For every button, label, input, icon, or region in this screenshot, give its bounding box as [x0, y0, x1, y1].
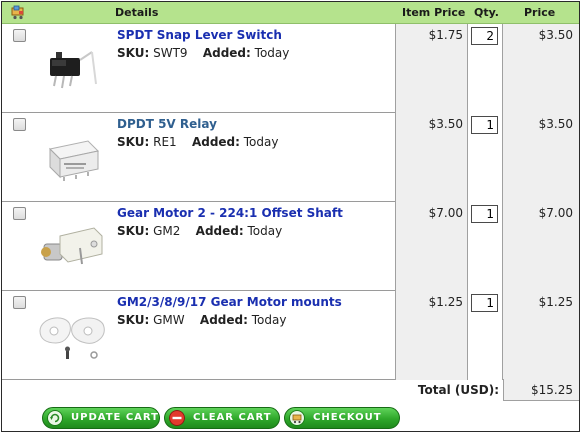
- added-label: Added:: [199, 313, 248, 327]
- details-header: Details: [115, 6, 159, 19]
- product-name-link[interactable]: DPDT 5V Relay: [117, 117, 217, 131]
- product-name-link[interactable]: GM2/3/8/9/17 Gear Motor mounts: [117, 295, 342, 309]
- minus-circle-icon: [169, 410, 185, 426]
- item-price-cell: $1.25: [395, 291, 468, 380]
- item-price: $1.75: [428, 28, 463, 42]
- item-price-cell: $1.75: [395, 24, 468, 113]
- item-price-cell: $3.50: [395, 113, 468, 202]
- product-meta: SKU: GM2 Added: Today: [117, 224, 282, 238]
- cart-header-row: Details Item Price Qty. Price: [2, 2, 579, 24]
- product-name-link[interactable]: SPDT Snap Lever Switch: [117, 28, 282, 42]
- qty-cell: [468, 202, 503, 291]
- sku-label: SKU:: [117, 46, 150, 60]
- shopping-cart-icon: [11, 5, 24, 20]
- item-price-header: Item Price: [402, 6, 466, 19]
- line-total: $3.50: [538, 117, 573, 131]
- product-image-relay: [48, 140, 100, 181]
- sku-label: SKU:: [117, 313, 150, 327]
- qty-input[interactable]: [471, 294, 498, 312]
- clear-cart-label: CLEAR CART: [193, 412, 272, 423]
- checkout-button[interactable]: CHECKOUT: [284, 407, 400, 429]
- update-cart-label: UPDATE CART: [71, 412, 159, 423]
- item-price: $1.25: [428, 295, 463, 309]
- item-price: $3.50: [428, 117, 463, 131]
- line-total: $3.50: [538, 28, 573, 42]
- item-price-cell: $7.00: [395, 202, 468, 291]
- refresh-icon: [47, 410, 63, 426]
- total-value: $15.25: [531, 383, 573, 397]
- total-row: Total (USD): $15.25: [2, 379, 579, 401]
- line-total-cell: $3.50: [503, 24, 579, 113]
- added-label: Added:: [202, 46, 251, 60]
- line-total-cell: $3.50: [503, 113, 579, 202]
- shopping-cart-table: Details Item Price Qty. Price SPDT Snap …: [1, 1, 580, 432]
- qty-cell: [468, 24, 503, 113]
- qty-cell: [468, 291, 503, 380]
- qty-input[interactable]: [471, 116, 498, 134]
- qty-input[interactable]: [471, 27, 498, 45]
- line-total: $7.00: [538, 206, 573, 220]
- cart-icon: [289, 410, 305, 426]
- cart-row: SPDT Snap Lever Switch SKU: SWT9 Added: …: [2, 24, 579, 113]
- cart-row: DPDT 5V Relay SKU: RE1 Added: Today $3.5…: [2, 113, 579, 202]
- sku-value: RE1: [153, 135, 177, 149]
- sku-value: GM2: [153, 224, 181, 238]
- checkout-label: CHECKOUT: [313, 412, 382, 423]
- qty-header: Qty.: [474, 6, 499, 19]
- added-label: Added:: [195, 224, 244, 238]
- remove-checkbox[interactable]: [13, 29, 26, 42]
- added-value: Today: [254, 46, 290, 60]
- sku-value: GMW: [153, 313, 185, 327]
- sku-value: SWT9: [153, 46, 188, 60]
- added-value: Today: [247, 224, 283, 238]
- product-image-switch: [50, 51, 97, 89]
- added-value: Today: [251, 313, 287, 327]
- product-name-link[interactable]: Gear Motor 2 - 224:1 Offset Shaft: [117, 206, 343, 220]
- sku-label: SKU:: [117, 135, 150, 149]
- item-price: $7.00: [428, 206, 463, 220]
- clear-cart-button[interactable]: CLEAR CART: [164, 407, 280, 429]
- product-meta: SKU: GMW Added: Today: [117, 313, 286, 327]
- remove-checkbox[interactable]: [13, 207, 26, 220]
- product-meta: SKU: RE1 Added: Today: [117, 135, 278, 149]
- qty-input[interactable]: [471, 205, 498, 223]
- line-total: $1.25: [538, 295, 573, 309]
- price-header: Price: [524, 6, 556, 19]
- added-value: Today: [243, 135, 279, 149]
- line-total-cell: $7.00: [503, 202, 579, 291]
- line-total-cell: $1.25: [503, 291, 579, 380]
- cart-row: GM2/3/8/9/17 Gear Motor mounts SKU: GMW …: [2, 291, 579, 380]
- product-meta: SKU: SWT9 Added: Today: [117, 46, 289, 60]
- cart-row: Gear Motor 2 - 224:1 Offset Shaft SKU: G…: [2, 202, 579, 291]
- product-image-gear-motor: [41, 227, 103, 265]
- sku-label: SKU:: [117, 224, 150, 238]
- update-cart-button[interactable]: UPDATE CART: [42, 407, 160, 429]
- product-image-motor-mounts: [39, 317, 105, 359]
- total-cell: $15.25: [503, 379, 579, 401]
- added-label: Added:: [191, 135, 240, 149]
- qty-cell: [468, 113, 503, 202]
- remove-checkbox[interactable]: [13, 296, 26, 309]
- total-label: Total (USD):: [417, 383, 499, 397]
- remove-checkbox[interactable]: [13, 118, 26, 131]
